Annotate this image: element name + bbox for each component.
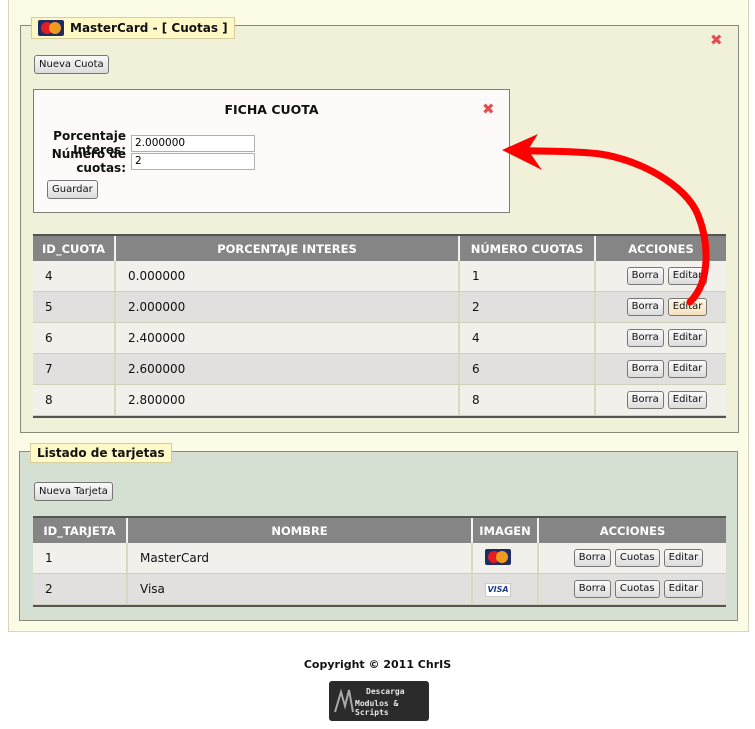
column-header: PORCENTAJE INTERES [116, 236, 460, 261]
cell-porcentaje: 2.000000 [116, 292, 460, 323]
column-header: ACCIONES [539, 518, 726, 543]
cell-porcentaje: 2.800000 [116, 385, 460, 416]
borra-button[interactable]: Borra [626, 360, 664, 378]
visa-logo-icon: VISA [485, 583, 511, 597]
cuotas-button[interactable]: Cuotas [614, 580, 660, 598]
cell-id: 2 [33, 574, 128, 605]
cell-id: 6 [33, 323, 116, 354]
mastercard-logo-icon [38, 20, 64, 36]
numero-cuotas-label: Número de cuotas: [51, 147, 126, 175]
ficha-cuota-form: FICHA CUOTA ✖ Porcentaje Interes: Número… [33, 89, 510, 213]
new-tarjeta-button[interactable]: Nueva Tarjeta [34, 482, 113, 501]
cell-porcentaje: 2.400000 [116, 323, 460, 354]
borra-button[interactable]: Borra [626, 391, 664, 409]
close-ficha-icon[interactable]: ✖ [482, 102, 495, 117]
badge-line1: Descarga [366, 687, 405, 696]
borra-button[interactable]: Borra [573, 549, 611, 567]
editar-button[interactable]: Editar [667, 360, 708, 378]
cell-actions: Borra Editar [596, 354, 726, 385]
cell-nombre: MasterCard [128, 543, 473, 574]
ficha-title: FICHA CUOTA [224, 102, 319, 117]
tarjetas-panel-legend: Listado de tarjetas [30, 443, 172, 463]
table-row: 7 2.600000 6 Borra Editar [33, 354, 726, 385]
table-row: 8 2.800000 8 Borra Editar [33, 385, 726, 416]
editar-button[interactable]: Editar [663, 549, 704, 567]
column-header: NOMBRE [128, 518, 473, 543]
cell-porcentaje: 2.600000 [116, 354, 460, 385]
annotation-arrow-icon [502, 134, 710, 306]
tarjetas-table: ID_TARJETA NOMBRE IMAGEN ACCIONES 1 Mast… [33, 516, 726, 607]
badge-line2: Modulos & Scripts [355, 699, 399, 717]
new-cuota-button[interactable]: Nueva Cuota [34, 55, 109, 74]
cell-numero: 6 [460, 354, 596, 385]
cell-id: 4 [33, 261, 116, 292]
borra-button[interactable]: Borra [573, 580, 611, 598]
tarjetas-table-header: ID_TARJETA NOMBRE IMAGEN ACCIONES [33, 518, 726, 543]
cell-actions: Borra Cuotas Editar [539, 574, 726, 605]
editar-button[interactable]: Editar [667, 391, 708, 409]
cell-id: 8 [33, 385, 116, 416]
cuotas-button[interactable]: Cuotas [614, 549, 660, 567]
cell-nombre: Visa [128, 574, 473, 605]
badge-logo-icon [334, 688, 354, 713]
numero-cuotas-input[interactable] [131, 152, 255, 170]
editar-button[interactable]: Editar [663, 580, 704, 598]
save-button[interactable]: Guardar [47, 180, 98, 199]
close-panel-icon[interactable]: ✖ [710, 33, 723, 48]
descarga-badge[interactable]: Descarga Modulos & Scripts [329, 681, 429, 721]
cell-imagen [473, 543, 539, 574]
cell-actions: Borra Editar [596, 385, 726, 416]
cuotas-panel-legend: MasterCard - [ Cuotas ] [31, 17, 235, 39]
table-row: 1 MasterCard Borra Cuotas Editar [33, 543, 726, 574]
column-header: ID_CUOTA [33, 236, 116, 261]
borra-button[interactable]: Borra [626, 329, 664, 347]
cell-id: 5 [33, 292, 116, 323]
column-header: ID_TARJETA [33, 518, 128, 543]
cell-id: 1 [33, 543, 128, 574]
cell-numero: 4 [460, 323, 596, 354]
cell-id: 7 [33, 354, 116, 385]
mastercard-logo-icon [485, 548, 511, 565]
cell-imagen: VISA [473, 574, 539, 605]
table-row: 6 2.400000 4 Borra Editar [33, 323, 726, 354]
table-row: 2 Visa VISA Borra Cuotas Editar [33, 574, 726, 605]
tarjetas-panel-title: Listado de tarjetas [37, 446, 165, 460]
column-header: IMAGEN [473, 518, 539, 543]
cell-actions: Borra Cuotas Editar [539, 543, 726, 574]
cell-porcentaje: 0.000000 [116, 261, 460, 292]
cell-numero: 8 [460, 385, 596, 416]
cell-actions: Borra Editar [596, 323, 726, 354]
cuotas-panel-title: MasterCard - [ Cuotas ] [70, 21, 228, 35]
copyright-text: Copyright © 2011 ChrIS [303, 658, 452, 671]
editar-button[interactable]: Editar [667, 329, 708, 347]
